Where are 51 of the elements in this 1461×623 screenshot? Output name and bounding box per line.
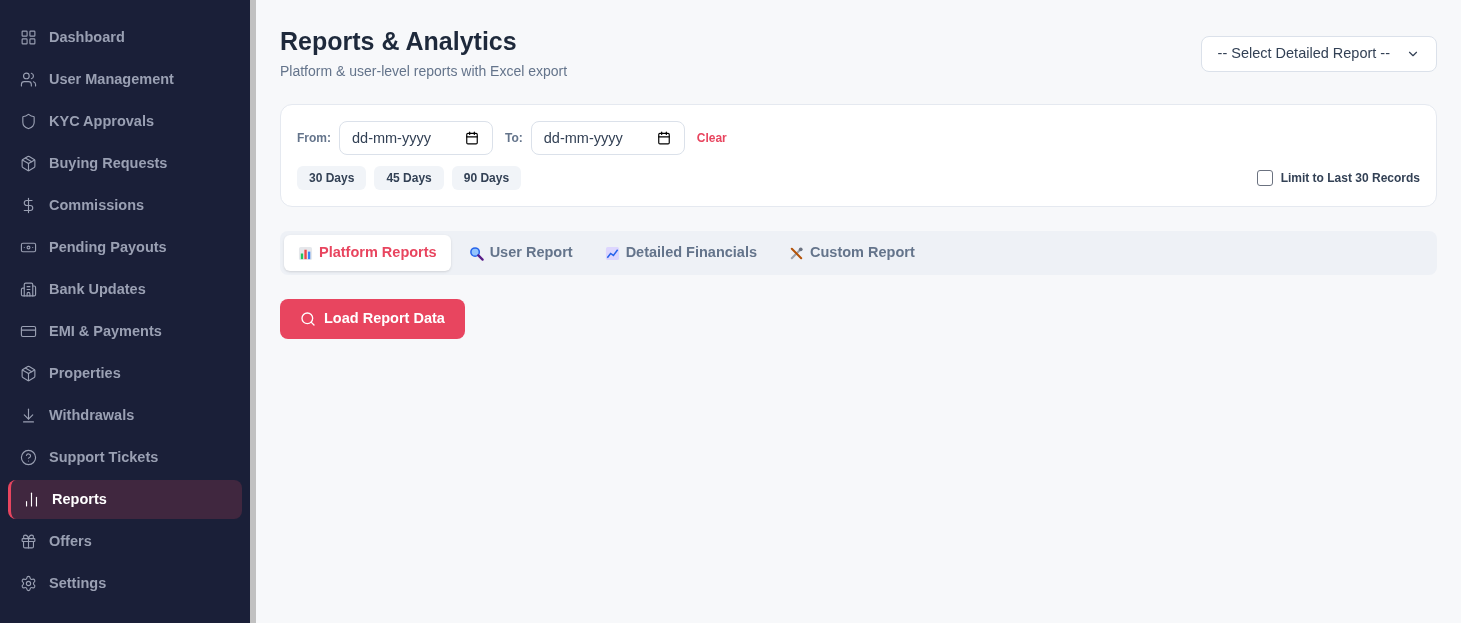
settings-icon: [20, 575, 37, 592]
box-icon: [20, 155, 37, 172]
credit-card-icon: [20, 323, 37, 340]
sidebar-item[interactable]: User Management: [8, 60, 242, 99]
shield-icon: [20, 113, 37, 130]
help-icon: [20, 449, 37, 466]
tab[interactable]: Detailed Financials: [590, 235, 771, 272]
box-icon: [20, 365, 37, 382]
sidebar-item[interactable]: Buying Requests: [8, 144, 242, 183]
sidebar-item[interactable]: Commissions: [8, 186, 242, 225]
clear-link[interactable]: Clear: [696, 129, 727, 148]
line-chart-icon: [604, 245, 620, 261]
from-date-field[interactable]: dd-mm-yyyy: [339, 121, 493, 156]
sidebar-item[interactable]: Settings: [8, 564, 242, 603]
sidebar-item[interactable]: Reports: [8, 480, 242, 519]
page-subtitle: Platform & user-level reports with Excel export: [280, 62, 568, 82]
bar-chart-icon: [23, 491, 40, 508]
to-label: To:: [505, 130, 523, 148]
tools-icon: [789, 245, 804, 261]
preset-chip[interactable]: 45 Days: [374, 166, 444, 191]
calendar-icon: [656, 131, 671, 146]
sidebar-item[interactable]: EMI & Payments: [8, 312, 242, 351]
report-select[interactable]: -- Select Detailed Report --: [1200, 36, 1437, 72]
load-report-button[interactable]: Load Report Data: [280, 299, 465, 340]
sidebar-item[interactable]: Offers: [8, 522, 242, 561]
calendar-icon: [465, 131, 479, 146]
sidebar-item[interactable]: Properties: [8, 354, 242, 393]
sidebar-item[interactable]: Support Tickets: [8, 438, 242, 477]
page-title: Reports & Analytics: [280, 26, 518, 57]
bar-chart-icon: [298, 245, 313, 261]
magnifier-icon: [468, 245, 484, 261]
from-label: From:: [297, 130, 331, 148]
preset-chip[interactable]: 30 Days: [297, 166, 367, 191]
preset-chip[interactable]: 90 Days: [451, 166, 522, 191]
to-date-field[interactable]: dd-mm-yyyy: [530, 121, 685, 156]
tab[interactable]: Platform Reports: [284, 235, 451, 272]
limit-checkbox[interactable]: [1256, 170, 1273, 187]
sidebar-item[interactable]: Bank Updates: [8, 270, 242, 309]
sidebar-item[interactable]: Dashboard: [8, 18, 242, 57]
sidebar-item[interactable]: KYC Approvals: [8, 102, 242, 141]
grid-icon: [20, 29, 37, 46]
limit-label: Limit to Last 30 Records: [1280, 170, 1420, 188]
tab[interactable]: User Report: [454, 235, 587, 272]
download-icon: [20, 407, 37, 424]
sidebar-item[interactable]: Withdrawals: [8, 396, 242, 435]
search-icon: [300, 311, 316, 328]
users-icon: [20, 71, 37, 88]
sidebar-item[interactable]: Pending Payouts: [8, 228, 242, 267]
tab[interactable]: Custom Report: [775, 235, 929, 272]
gift-icon: [20, 533, 37, 550]
building-icon: [20, 281, 37, 298]
